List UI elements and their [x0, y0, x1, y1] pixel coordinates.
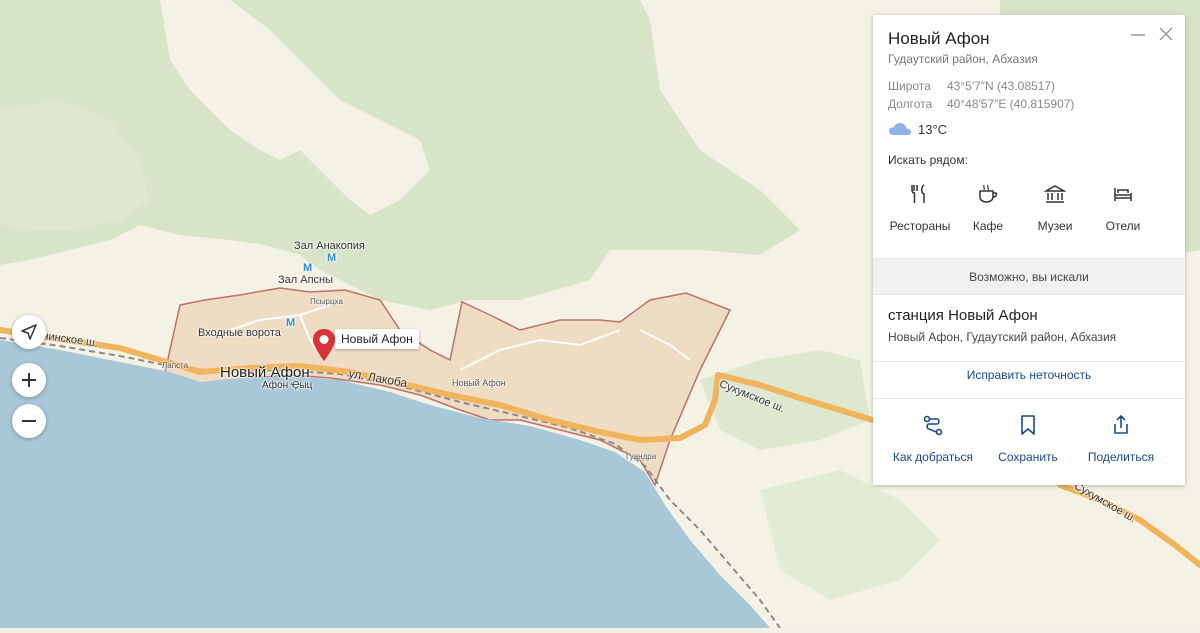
latitude-label: Широта	[888, 79, 931, 93]
locate-button[interactable]	[12, 315, 46, 349]
weather-temp: 13°C	[918, 121, 948, 137]
place-title: Новый Афон	[888, 29, 990, 48]
weather[interactable]: 13°C	[888, 121, 947, 137]
category-label: Отели	[1105, 219, 1141, 233]
close-button[interactable]	[1157, 25, 1175, 43]
bed-icon	[1114, 188, 1132, 201]
search-result-item[interactable]: станция Новый Афон Новый Афон, Гудаутски…	[873, 295, 1185, 361]
minimize-button[interactable]	[1129, 25, 1147, 43]
action-label: Поделиться	[1087, 450, 1155, 464]
minus-icon	[22, 420, 36, 422]
map-label-lapsta[interactable]: Лапста	[162, 361, 188, 370]
pin-label[interactable]: Новый Афон	[335, 329, 419, 349]
save-button[interactable]: Сохранить	[980, 413, 1076, 464]
longitude-label: Долгота	[888, 97, 933, 111]
plus-icon	[22, 373, 36, 387]
latitude-value[interactable]: 43°5′7″N (43.08517)	[947, 79, 1055, 93]
map-label-guandra[interactable]: Гуандра	[626, 452, 656, 461]
result-title: станция Новый Афон	[888, 307, 1038, 324]
pin-icon	[313, 329, 335, 361]
action-label: Сохранить	[998, 450, 1058, 464]
zoom-out-button[interactable]	[12, 404, 46, 438]
maybe-searched-header: Возможно, вы искали	[873, 258, 1185, 295]
search-nearby-label: Искать рядом:	[888, 153, 968, 167]
map-label-city[interactable]: Новый Афон	[220, 364, 310, 381]
category-hotels[interactable]: Отели	[1083, 183, 1163, 233]
bookmark-icon	[1021, 415, 1035, 435]
share-icon	[1114, 415, 1128, 434]
map-label-vkhodnye-vorota[interactable]: Входные ворота	[198, 327, 281, 339]
result-subtitle: Новый Афон, Гудаутский район, Абхазия	[888, 330, 1117, 344]
divider	[873, 398, 1185, 399]
location-pin[interactable]	[312, 328, 336, 367]
museum-icon	[1044, 185, 1066, 203]
longitude-value[interactable]: 40°48′57″E (40.815907)	[947, 97, 1074, 111]
route-icon	[923, 415, 943, 436]
place-subtitle: Гудаутский район, Абхазия	[888, 52, 1038, 66]
action-label: Как добраться	[892, 450, 974, 464]
map-label-afon-ytsh[interactable]: Афон Ҿыц	[262, 380, 312, 391]
place-card: Новый Афон Гудаутский район, Абхазия Шир…	[873, 15, 1185, 485]
report-error-link[interactable]: Исправить неточность	[873, 368, 1185, 382]
metro-icon[interactable]: M	[303, 262, 312, 274]
fork-knife-icon	[911, 184, 925, 203]
route-button[interactable]: Как добраться	[885, 413, 981, 464]
cloud-icon	[889, 123, 911, 135]
share-button[interactable]: Поделиться	[1073, 413, 1169, 464]
divider	[873, 361, 1185, 362]
metro-icon[interactable]: M	[327, 252, 336, 264]
map-label-psyrtskha[interactable]: Псырцха	[310, 297, 343, 306]
close-icon	[1159, 27, 1173, 41]
map-label-station[interactable]: Новый Афон	[452, 378, 506, 388]
metro-icon[interactable]: M	[286, 317, 295, 329]
map-label-zal-apsny[interactable]: Зал Апсны	[278, 274, 333, 286]
map-label-zal-anakopiya[interactable]: Зал Анакопия	[294, 240, 365, 252]
zoom-in-button[interactable]	[12, 363, 46, 397]
coffee-cup-icon	[979, 184, 998, 203]
minimize-icon	[1131, 34, 1145, 36]
navigation-arrow-icon	[21, 324, 37, 340]
